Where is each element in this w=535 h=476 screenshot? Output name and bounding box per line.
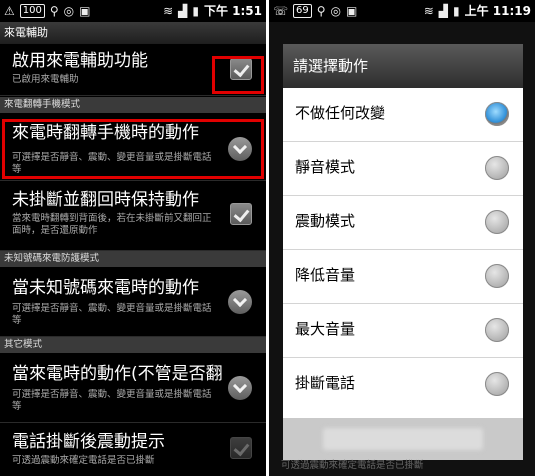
battery-icon: ▮ (192, 4, 199, 18)
missed-call-icon: ☏ (273, 4, 289, 18)
section-header: 未知號碼來電防護模式 (0, 251, 266, 267)
radio-button[interactable] (485, 210, 509, 234)
radio-selected[interactable] (485, 102, 509, 126)
setting-title: 電話掛斷後震動提示 (12, 432, 165, 452)
dropdown-chevron-button[interactable] (228, 290, 252, 314)
battery-icon: ▮ (453, 4, 460, 18)
setting-unknown-caller-action[interactable]: 當未知號碼來電時的動作 可選擇是否靜音、震動、變更音量或是掛斷電話等 (0, 267, 266, 337)
setting-keep-action[interactable]: 未掛斷並翻回時保持動作 當來電時翻轉到背面後，若在未掛斷前又翻回正面時，是否還原… (0, 181, 266, 251)
hangup-vibrate-checkbox[interactable] (230, 437, 252, 459)
dialog-footer (283, 418, 523, 460)
blurred-button[interactable] (323, 428, 483, 450)
setting-hangup-vibrate[interactable]: 電話掛斷後震動提示 可透過震動來確定電話是否已掛斷 (0, 423, 266, 476)
action-dialog: 請選擇動作 不做任何改變 靜音模式 震動模式 降低音量 最大音量 掛斷電話 (283, 44, 523, 460)
dialog-header: 請選擇動作 (283, 44, 523, 88)
option-silent[interactable]: 靜音模式 (283, 142, 523, 196)
option-label: 掛斷電話 (295, 374, 356, 392)
notification-icon: ▣ (346, 4, 358, 18)
usb-icon: ⚲ (316, 4, 326, 18)
setting-call-action[interactable]: 當來電時的動作(不管是否翻 可選擇是否靜音、震動、變更音量或是掛斷電話等 (0, 353, 266, 423)
keep-action-checkbox[interactable] (230, 203, 252, 225)
option-label: 震動模式 (295, 212, 356, 230)
left-screen: ⚠ 100 ⚲ ◎ ▣ ≋ ▟ ▮ 下午 1:51 來電輔助 啟用來電輔助功能 … (0, 0, 266, 476)
usb-icon: ⚲ (49, 4, 59, 18)
setting-summary: 可透過震動來確定電話是否已掛斷 (12, 455, 155, 466)
section-header: 其它模式 (0, 337, 266, 353)
sync-icon: ◎ (63, 4, 75, 18)
option-hang-up[interactable]: 掛斷電話 (283, 358, 523, 418)
app-title: 來電輔助 (0, 22, 266, 44)
wifi-icon: ≋ (423, 4, 434, 18)
background-summary-text: 可透過震動來確定電話是否已掛斷 (281, 460, 424, 471)
highlight-box (2, 119, 264, 179)
option-label: 不做任何改變 (295, 104, 386, 122)
setting-title: 啟用來電輔助功能 (12, 51, 148, 71)
radio-button[interactable] (485, 318, 509, 342)
check-icon (233, 205, 250, 223)
setting-title: 當未知號碼來電時的動作 (12, 278, 199, 298)
warning-icon: ⚠ (4, 4, 15, 18)
option-label: 降低音量 (295, 266, 356, 284)
wifi-icon: ≋ (163, 4, 174, 18)
setting-summary: 可選擇是否靜音、震動、變更音量或是掛斷電話等 (12, 389, 212, 412)
radio-button[interactable] (485, 156, 509, 180)
option-vibrate[interactable]: 震動模式 (283, 196, 523, 250)
setting-summary: 可選擇是否靜音、震動、變更音量或是掛斷電話等 (12, 303, 212, 326)
signal-icon: ▟ (438, 4, 448, 18)
radio-button[interactable] (485, 372, 509, 396)
option-lower-volume[interactable]: 降低音量 (283, 250, 523, 304)
clock: 下午 1:51 (203, 4, 262, 18)
sync-icon: ◎ (330, 4, 342, 18)
signal-icon: ▟ (178, 4, 188, 18)
option-label: 最大音量 (295, 320, 356, 338)
radio-button[interactable] (485, 264, 509, 288)
right-screen: ☏ 69 ⚲ ◎ ▣ ≋ ▟ ▮ 上午 11:19 請選擇動作 不做任何改變 靜… (269, 0, 535, 476)
dropdown-chevron-button[interactable] (228, 376, 252, 400)
setting-summary: 已啟用來電輔助 (12, 74, 79, 85)
setting-title: 當來電時的動作(不管是否翻 (12, 364, 223, 384)
status-bar: ☏ 69 ⚲ ◎ ▣ ≋ ▟ ▮ 上午 11:19 (269, 0, 535, 22)
section-header: 來電翻轉手機模式 (0, 97, 266, 113)
option-label: 靜音模式 (295, 158, 356, 176)
chevron-down-icon (232, 378, 248, 394)
highlight-box (212, 56, 264, 94)
battery-badge: 69 (293, 4, 312, 18)
battery-badge: 100 (19, 4, 45, 18)
status-bar: ⚠ 100 ⚲ ◎ ▣ ≋ ▟ ▮ 下午 1:51 (0, 0, 266, 22)
option-max-volume[interactable]: 最大音量 (283, 304, 523, 358)
check-icon (233, 439, 250, 457)
chevron-down-icon (232, 292, 248, 308)
option-no-change[interactable]: 不做任何改變 (283, 88, 523, 142)
notification-icon: ▣ (79, 4, 91, 18)
setting-summary: 當來電時翻轉到背面後，若在未掛斷前又翻回正面時，是否還原動作 (12, 213, 212, 236)
dialog-title: 請選擇動作 (293, 57, 369, 75)
clock: 上午 11:19 (464, 4, 531, 18)
setting-title: 未掛斷並翻回時保持動作 (12, 190, 199, 210)
